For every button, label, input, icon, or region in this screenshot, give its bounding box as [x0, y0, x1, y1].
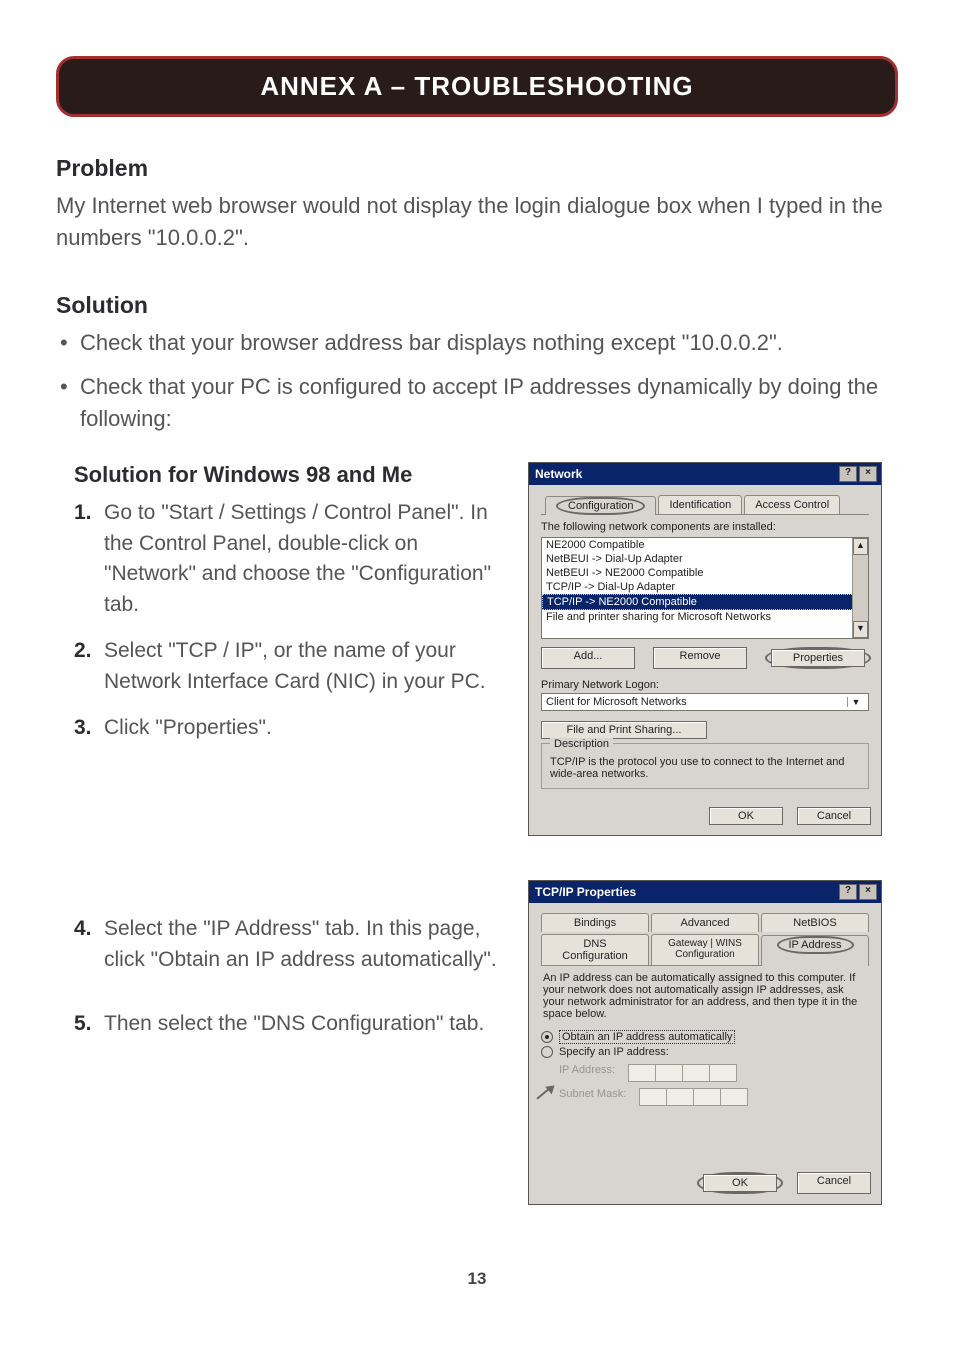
- components-list[interactable]: NE2000 Compatible NetBEUI -> Dial-Up Ada…: [541, 537, 869, 639]
- banner-title: ANNEX A – TROUBLESHOOTING: [56, 56, 898, 117]
- help-icon[interactable]: ?: [839, 884, 857, 900]
- primary-logon-label: Primary Network Logon:: [541, 679, 869, 691]
- subnet-mask-label: Subnet Mask:: [559, 1088, 626, 1106]
- radio-dot-icon: [541, 1046, 553, 1058]
- solution-bullet: Check that your browser address bar disp…: [56, 327, 898, 359]
- scroll-down-icon[interactable]: ▼: [853, 621, 868, 638]
- list-item[interactable]: NetBEUI -> NE2000 Compatible: [542, 566, 868, 580]
- radio-dot-icon: [541, 1031, 553, 1043]
- step-item: 1.Go to "Start / Settings / Control Pane…: [74, 498, 500, 620]
- add-button[interactable]: Add...: [541, 647, 635, 669]
- description-text: TCP/IP is the protocol you use to connec…: [550, 756, 860, 780]
- tab-access-control[interactable]: Access Control: [744, 495, 840, 514]
- ok-button[interactable]: OK: [703, 1174, 777, 1192]
- radio-label: Specify an IP address:: [559, 1046, 669, 1058]
- step-item: 3.Click "Properties".: [74, 713, 500, 743]
- close-icon[interactable]: ×: [859, 466, 877, 482]
- list-caption: The following network components are ins…: [541, 521, 869, 533]
- cancel-button[interactable]: Cancel: [797, 1172, 871, 1194]
- tab-identification[interactable]: Identification: [658, 495, 742, 514]
- step-item: 4.Select the "IP Address" tab. In this p…: [74, 914, 500, 975]
- scroll-up-icon[interactable]: ▲: [853, 538, 868, 555]
- step-text: Select the "IP Address" tab. In this pag…: [104, 917, 497, 970]
- help-icon[interactable]: ?: [839, 466, 857, 482]
- page-number: 13: [56, 1269, 898, 1289]
- subnet-mask-field: [640, 1088, 748, 1106]
- primary-logon-value: Client for Microsoft Networks: [546, 696, 687, 708]
- description-label: Description: [550, 738, 613, 750]
- ip-address-label: IP Address:: [559, 1064, 615, 1082]
- properties-button[interactable]: Properties: [771, 649, 865, 667]
- dialog-title: Network: [535, 467, 582, 481]
- radio-label: Obtain an IP address automatically: [559, 1030, 735, 1044]
- ip-address-field: [629, 1064, 737, 1082]
- step-text: Then select the "DNS Configuration" tab.: [104, 1012, 484, 1035]
- list-item[interactable]: File and printer sharing for Microsoft N…: [542, 610, 868, 624]
- dialog-title: TCP/IP Properties: [535, 885, 636, 899]
- problem-text: My Internet web browser would not displa…: [56, 190, 898, 254]
- step-item: 5.Then select the "DNS Configuration" ta…: [74, 1009, 500, 1039]
- tab-ip-address[interactable]: IP Address: [761, 935, 869, 966]
- problem-heading: Problem: [56, 155, 898, 182]
- network-dialog: Network ? × Configuration Identification…: [528, 462, 882, 836]
- close-icon[interactable]: ×: [859, 884, 877, 900]
- scrollbar[interactable]: ▲ ▼: [852, 538, 868, 638]
- step-text: Click "Properties".: [104, 716, 272, 739]
- callout-circle: Configuration: [556, 497, 645, 515]
- solution-bullet: Check that your PC is configured to acce…: [56, 371, 898, 435]
- radio-obtain-auto[interactable]: Obtain an IP address automatically: [541, 1030, 869, 1044]
- tab-gateway-wins[interactable]: Gateway | WINS Configuration: [651, 934, 759, 965]
- tcpip-dialog: TCP/IP Properties ? × Bindings Advanced …: [528, 880, 882, 1205]
- cancel-button[interactable]: Cancel: [797, 807, 871, 825]
- file-print-sharing-button[interactable]: File and Print Sharing...: [541, 721, 707, 739]
- radio-specify[interactable]: Specify an IP address:: [541, 1046, 869, 1058]
- callout-arrow-icon: [536, 1087, 551, 1100]
- tab-dns[interactable]: DNS Configuration: [541, 934, 649, 965]
- win98-heading: Solution for Windows 98 and Me: [74, 462, 500, 488]
- callout-circle: OK: [697, 1172, 783, 1194]
- callout-circle: Properties: [765, 647, 871, 669]
- tab-bindings[interactable]: Bindings: [541, 913, 649, 932]
- ip-blurb: An IP address can be automatically assig…: [543, 972, 867, 1020]
- remove-button[interactable]: Remove: [653, 647, 747, 669]
- chevron-down-icon[interactable]: ▼: [847, 697, 864, 707]
- ok-button[interactable]: OK: [709, 807, 783, 825]
- tab-configuration[interactable]: Configuration: [545, 496, 656, 515]
- list-item[interactable]: NetBEUI -> Dial-Up Adapter: [542, 552, 868, 566]
- step-text: Go to "Start / Settings / Control Panel"…: [104, 501, 491, 615]
- step-item: 2.Select "TCP / IP", or the name of your…: [74, 636, 500, 697]
- step-text: Select "TCP / IP", or the name of your N…: [104, 639, 486, 692]
- solution-heading: Solution: [56, 292, 898, 319]
- list-item[interactable]: NE2000 Compatible: [542, 538, 868, 552]
- list-item-selected[interactable]: TCP/IP -> NE2000 Compatible: [542, 594, 868, 610]
- tab-netbios[interactable]: NetBIOS: [761, 913, 869, 932]
- primary-logon-select[interactable]: Client for Microsoft Networks ▼: [541, 693, 869, 711]
- tab-advanced[interactable]: Advanced: [651, 913, 759, 932]
- list-item[interactable]: TCP/IP -> Dial-Up Adapter: [542, 580, 868, 594]
- callout-circle: IP Address: [777, 936, 854, 954]
